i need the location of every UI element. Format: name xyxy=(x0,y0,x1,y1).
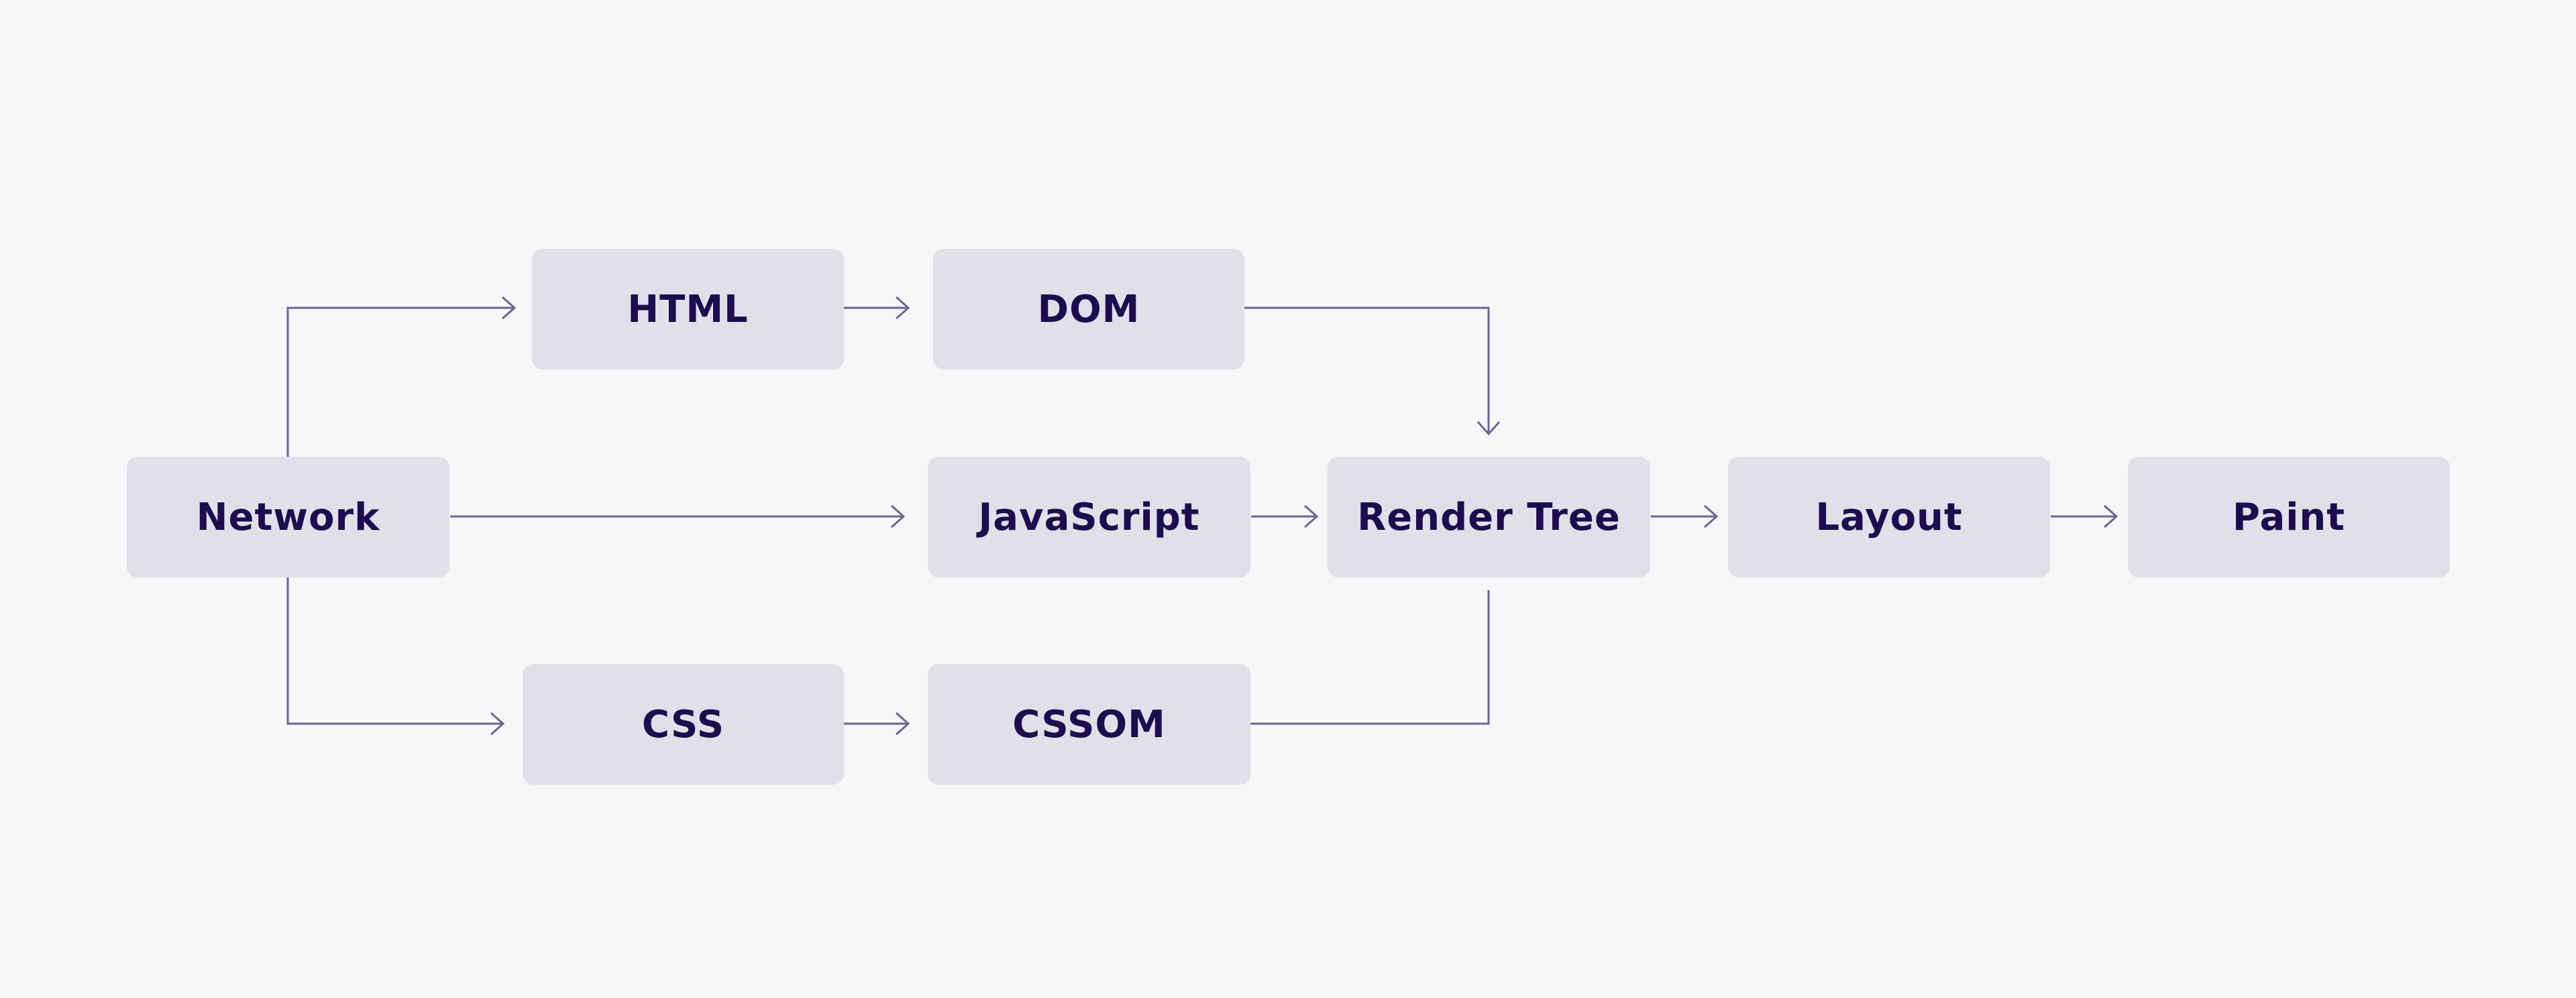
node-paint: Paint xyxy=(2128,457,2450,577)
node-html: HTML xyxy=(532,249,844,370)
node-network: Network xyxy=(127,457,449,577)
node-layout-label: Layout xyxy=(1815,495,1963,539)
node-javascript-label: JavaScript xyxy=(978,495,1200,539)
edge-cssom-render-tree xyxy=(1250,590,1490,725)
node-dom: DOM xyxy=(933,249,1244,370)
node-render-tree-label: Render Tree xyxy=(1357,495,1621,539)
edge-network-html xyxy=(286,307,513,457)
node-render-tree: Render Tree xyxy=(1328,457,1650,577)
edge-dom-render-tree xyxy=(1244,307,1490,433)
node-css: CSS xyxy=(523,664,844,785)
node-cssom-label: CSSOM xyxy=(1012,702,1166,746)
node-cssom: CSSOM xyxy=(928,664,1250,785)
node-network-label: Network xyxy=(196,495,380,539)
node-javascript: JavaScript xyxy=(928,457,1250,577)
node-html-label: HTML xyxy=(627,287,749,331)
node-dom-label: DOM xyxy=(1037,287,1140,331)
node-css-label: CSS xyxy=(641,702,725,746)
rendering-pipeline-diagram: Network HTML DOM JavaScript Render Tree … xyxy=(0,0,2576,998)
node-layout: Layout xyxy=(1728,457,2050,577)
node-paint-label: Paint xyxy=(2232,495,2346,539)
edge-network-css xyxy=(286,577,502,725)
